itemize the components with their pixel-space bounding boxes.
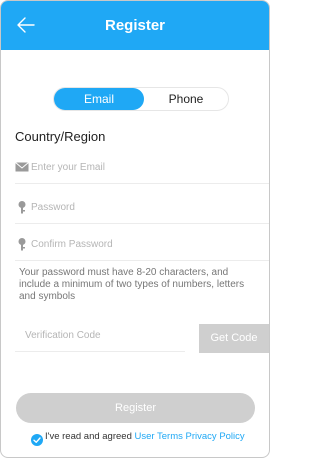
agreement-prefix: I've read and agreed — [45, 431, 132, 442]
key-icon — [15, 200, 29, 214]
register-button[interactable]: Register — [16, 393, 255, 423]
get-code-button[interactable]: Get Code — [199, 324, 269, 353]
verification-code-row — [15, 319, 185, 352]
email-field-row — [15, 151, 269, 184]
email-input[interactable] — [31, 157, 261, 177]
key-icon — [15, 237, 29, 251]
user-terms-link[interactable]: User Terms — [135, 431, 183, 442]
tab-phone[interactable]: Phone — [144, 88, 228, 110]
privacy-policy-link[interactable]: Privacy Policy — [186, 431, 245, 442]
password-input[interactable] — [31, 197, 261, 217]
page-title: Register — [104, 17, 166, 34]
password-hint: Your password must have 8-20 characters,… — [19, 267, 245, 302]
confirm-password-input[interactable] — [31, 234, 261, 254]
register-method-tabs: Email Phone — [53, 87, 229, 111]
verification-code-input[interactable] — [25, 325, 175, 345]
country-region-selector[interactable]: Country/Region — [15, 129, 105, 144]
checkmark-icon[interactable] — [31, 434, 43, 446]
tab-email[interactable]: Email — [54, 88, 144, 110]
password-field-row — [15, 191, 269, 224]
envelope-icon — [15, 160, 29, 174]
register-screen: Register Email Phone Country/Region Ente… — [0, 0, 270, 458]
app-header: Register — [1, 1, 269, 50]
confirm-password-field-row — [15, 228, 269, 261]
agreement-text: I've read and agreed User Terms Privacy … — [45, 431, 261, 442]
